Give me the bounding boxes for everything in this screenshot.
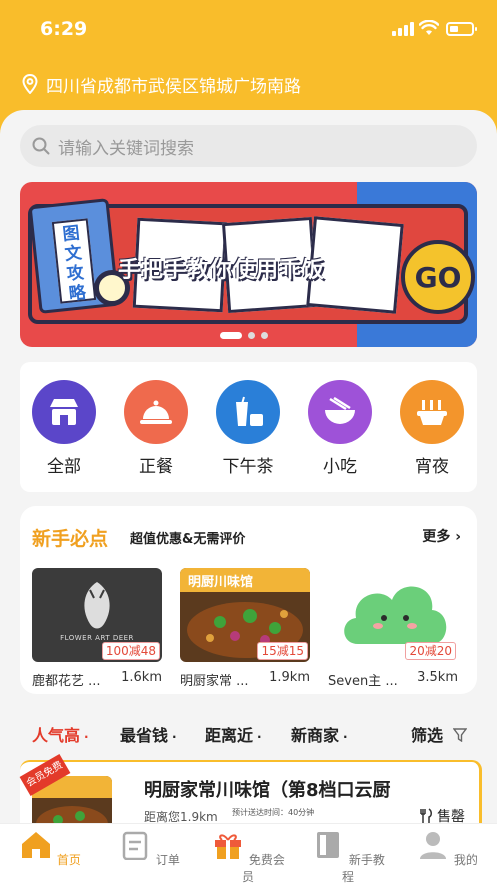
tab-profile[interactable]: 我的 xyxy=(407,830,487,868)
pagination-dot-active xyxy=(220,332,242,339)
sort-cheapest-label: 最省钱 xyxy=(120,726,169,745)
shop-image: 明厨川味馆 15减15 xyxy=(180,568,310,662)
category-label: 小吃 xyxy=(323,457,357,477)
status-bar: 6:29 xyxy=(0,0,497,56)
newbie-title: 新手必点 xyxy=(32,528,109,550)
coupon-badge: 15减15 xyxy=(257,642,308,660)
category-meal[interactable]: 正餐 xyxy=(124,380,188,477)
category-grid: 全部 正餐 下午茶 小吃 宵夜 xyxy=(20,362,477,492)
tab-orders[interactable]: 订单 xyxy=(109,830,189,868)
wifi-icon xyxy=(419,20,439,35)
sort-new-shops[interactable]: 新商家 · xyxy=(291,722,348,746)
bottom-tab-bar: 首页 订单 免费会员 新手教程 我的 xyxy=(0,823,497,883)
newbie-shop-card[interactable]: 20减20 Seven主 ... 3.5km xyxy=(328,568,458,689)
dot-icon: · xyxy=(343,730,348,744)
book-icon xyxy=(317,832,340,858)
noodle-bowl-icon xyxy=(308,380,372,444)
category-snacks[interactable]: 小吃 xyxy=(308,380,372,477)
sort-new-shops-label: 新商家 xyxy=(291,726,340,745)
shop-image: 20减20 xyxy=(328,568,458,662)
user-icon xyxy=(420,832,447,859)
newbie-subtitle: 超值优惠&无需评价 xyxy=(130,532,246,547)
cloche-icon xyxy=(124,380,188,444)
tab-label: 免费会员 xyxy=(241,853,285,883)
storefront-icon xyxy=(32,380,96,444)
shop-distance: 3.5km xyxy=(417,670,458,685)
banner-pagination xyxy=(220,332,274,339)
shop-delivery-time: 预计送达时间：40分钟 xyxy=(232,808,315,817)
coupon-badge: 20减20 xyxy=(405,642,456,660)
funnel-icon xyxy=(452,728,467,743)
category-late-night[interactable]: 宵夜 xyxy=(400,380,464,477)
location-pin-icon xyxy=(22,74,38,94)
category-afternoon-tea[interactable]: 下午茶 xyxy=(216,380,280,477)
gift-icon xyxy=(215,834,242,859)
tab-free-membership[interactable]: 免费会员 xyxy=(208,830,288,883)
shop-name: 明厨家常 ... xyxy=(180,674,249,689)
battery-icon xyxy=(446,22,477,36)
category-label: 下午茶 xyxy=(222,457,274,477)
sort-filter-bar: 人气高 · 最省钱 · 距离近 · 新商家 · 筛选 xyxy=(0,720,497,746)
sort-nearest[interactable]: 距离近 · xyxy=(205,722,262,746)
shop-image-caption: 明厨川味馆 xyxy=(188,575,254,590)
sort-popular-label: 人气高 xyxy=(32,726,81,745)
category-label: 全部 xyxy=(47,457,81,477)
search-icon xyxy=(32,137,50,155)
status-time: 6:29 xyxy=(40,18,88,40)
signal-icon xyxy=(392,22,414,36)
newbie-shop-card[interactable]: FLOWER ART DEER 100减48 鹿都花艺 ... 1.6km xyxy=(32,568,162,689)
filter-label: 筛选 xyxy=(411,726,444,745)
shop-image-caption: FLOWER ART DEER xyxy=(60,634,134,642)
shop-distance: 1.6km xyxy=(121,670,162,685)
go-badge: GO xyxy=(401,240,475,314)
category-label: 正餐 xyxy=(139,457,173,477)
sort-cheapest[interactable]: 最省钱 · xyxy=(120,722,177,746)
shop-name: 鹿都花艺 ... xyxy=(32,674,101,689)
tab-label: 订单 xyxy=(155,853,180,867)
search-input[interactable]: 请输入关键词搜索 xyxy=(20,125,477,167)
shop-distance: 1.9km xyxy=(269,670,310,685)
fork-knife-icon xyxy=(420,808,432,823)
tab-label: 我的 xyxy=(453,853,478,867)
tab-tutorial[interactable]: 新手教程 xyxy=(308,830,388,883)
tab-label: 首页 xyxy=(56,853,81,867)
filter-button[interactable]: 筛选 xyxy=(411,722,467,746)
clipboard-icon xyxy=(122,831,148,861)
more-link[interactable]: 更多 › xyxy=(422,526,461,546)
pagination-dot xyxy=(261,332,268,339)
location-bar[interactable]: 四川省成都市武侯区锦城广场南路 xyxy=(22,72,301,97)
dot-icon: · xyxy=(84,730,89,744)
promo-banner[interactable]: 图文攻略 手把手教你使用乖饭 GO xyxy=(20,182,477,347)
sort-nearest-label: 距离近 xyxy=(205,726,254,745)
more-label: 更多 xyxy=(422,529,451,545)
category-label: 宵夜 xyxy=(415,457,449,477)
dot-icon: · xyxy=(172,730,177,744)
tab-home[interactable]: 首页 xyxy=(10,830,90,868)
newbie-shop-card[interactable]: 明厨川味馆 15减15 明厨家常 ... 1.9km xyxy=(180,568,310,689)
grill-icon xyxy=(400,380,464,444)
chevron-right-icon: › xyxy=(455,529,461,545)
drink-cake-icon xyxy=(216,380,280,444)
pagination-dot xyxy=(248,332,255,339)
coupon-badge: 100减48 xyxy=(101,642,160,660)
home-icon xyxy=(22,832,51,858)
banner-slogan: 手把手教你使用乖饭 xyxy=(118,258,326,283)
location-address: 四川省成都市武侯区锦城广场南路 xyxy=(46,76,301,97)
tab-label: 新手教程 xyxy=(341,853,385,883)
newbie-section: 新手必点 超值优惠&无需评价 更多 › FLOWER ART DEER 100减… xyxy=(20,506,477,694)
sort-popular[interactable]: 人气高 · xyxy=(32,722,89,746)
search-placeholder: 请输入关键词搜索 xyxy=(58,138,194,159)
shop-name: 明厨家常川味馆（第8档口云厨 xyxy=(144,780,391,801)
shop-name: Seven主 ... xyxy=(328,674,398,689)
dot-icon: · xyxy=(257,730,262,744)
category-all[interactable]: 全部 xyxy=(32,380,96,477)
shop-image: FLOWER ART DEER 100减48 xyxy=(32,568,162,662)
